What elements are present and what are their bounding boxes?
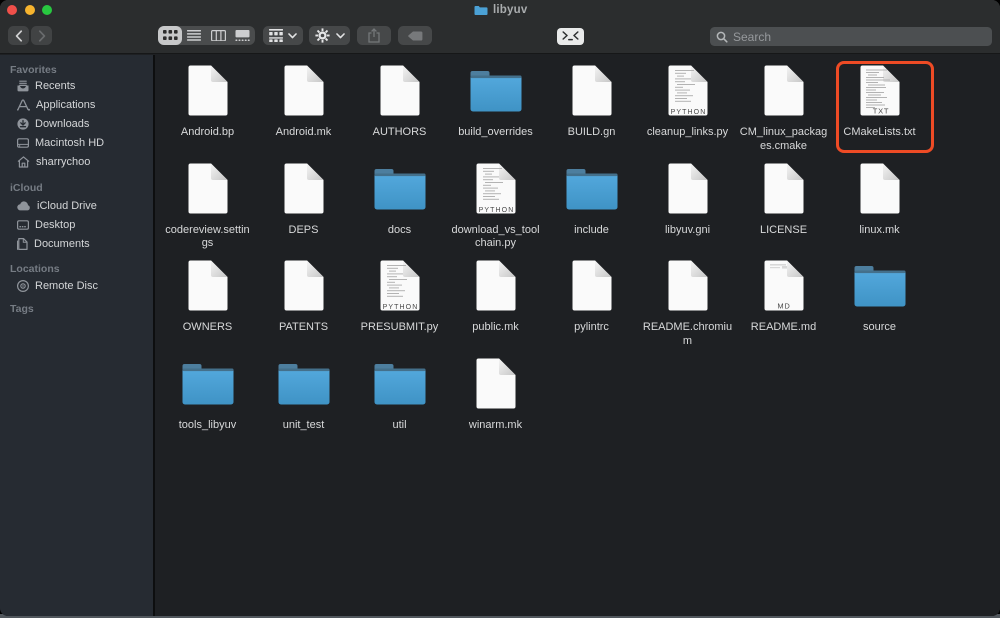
svg-text:PYTHON: PYTHON xyxy=(670,109,706,116)
svg-text:MD: MD xyxy=(777,302,790,311)
svg-text:TXT: TXT xyxy=(872,107,889,116)
svg-text:PYTHON: PYTHON xyxy=(478,207,514,214)
svg-text:PYTHON: PYTHON xyxy=(382,304,418,311)
